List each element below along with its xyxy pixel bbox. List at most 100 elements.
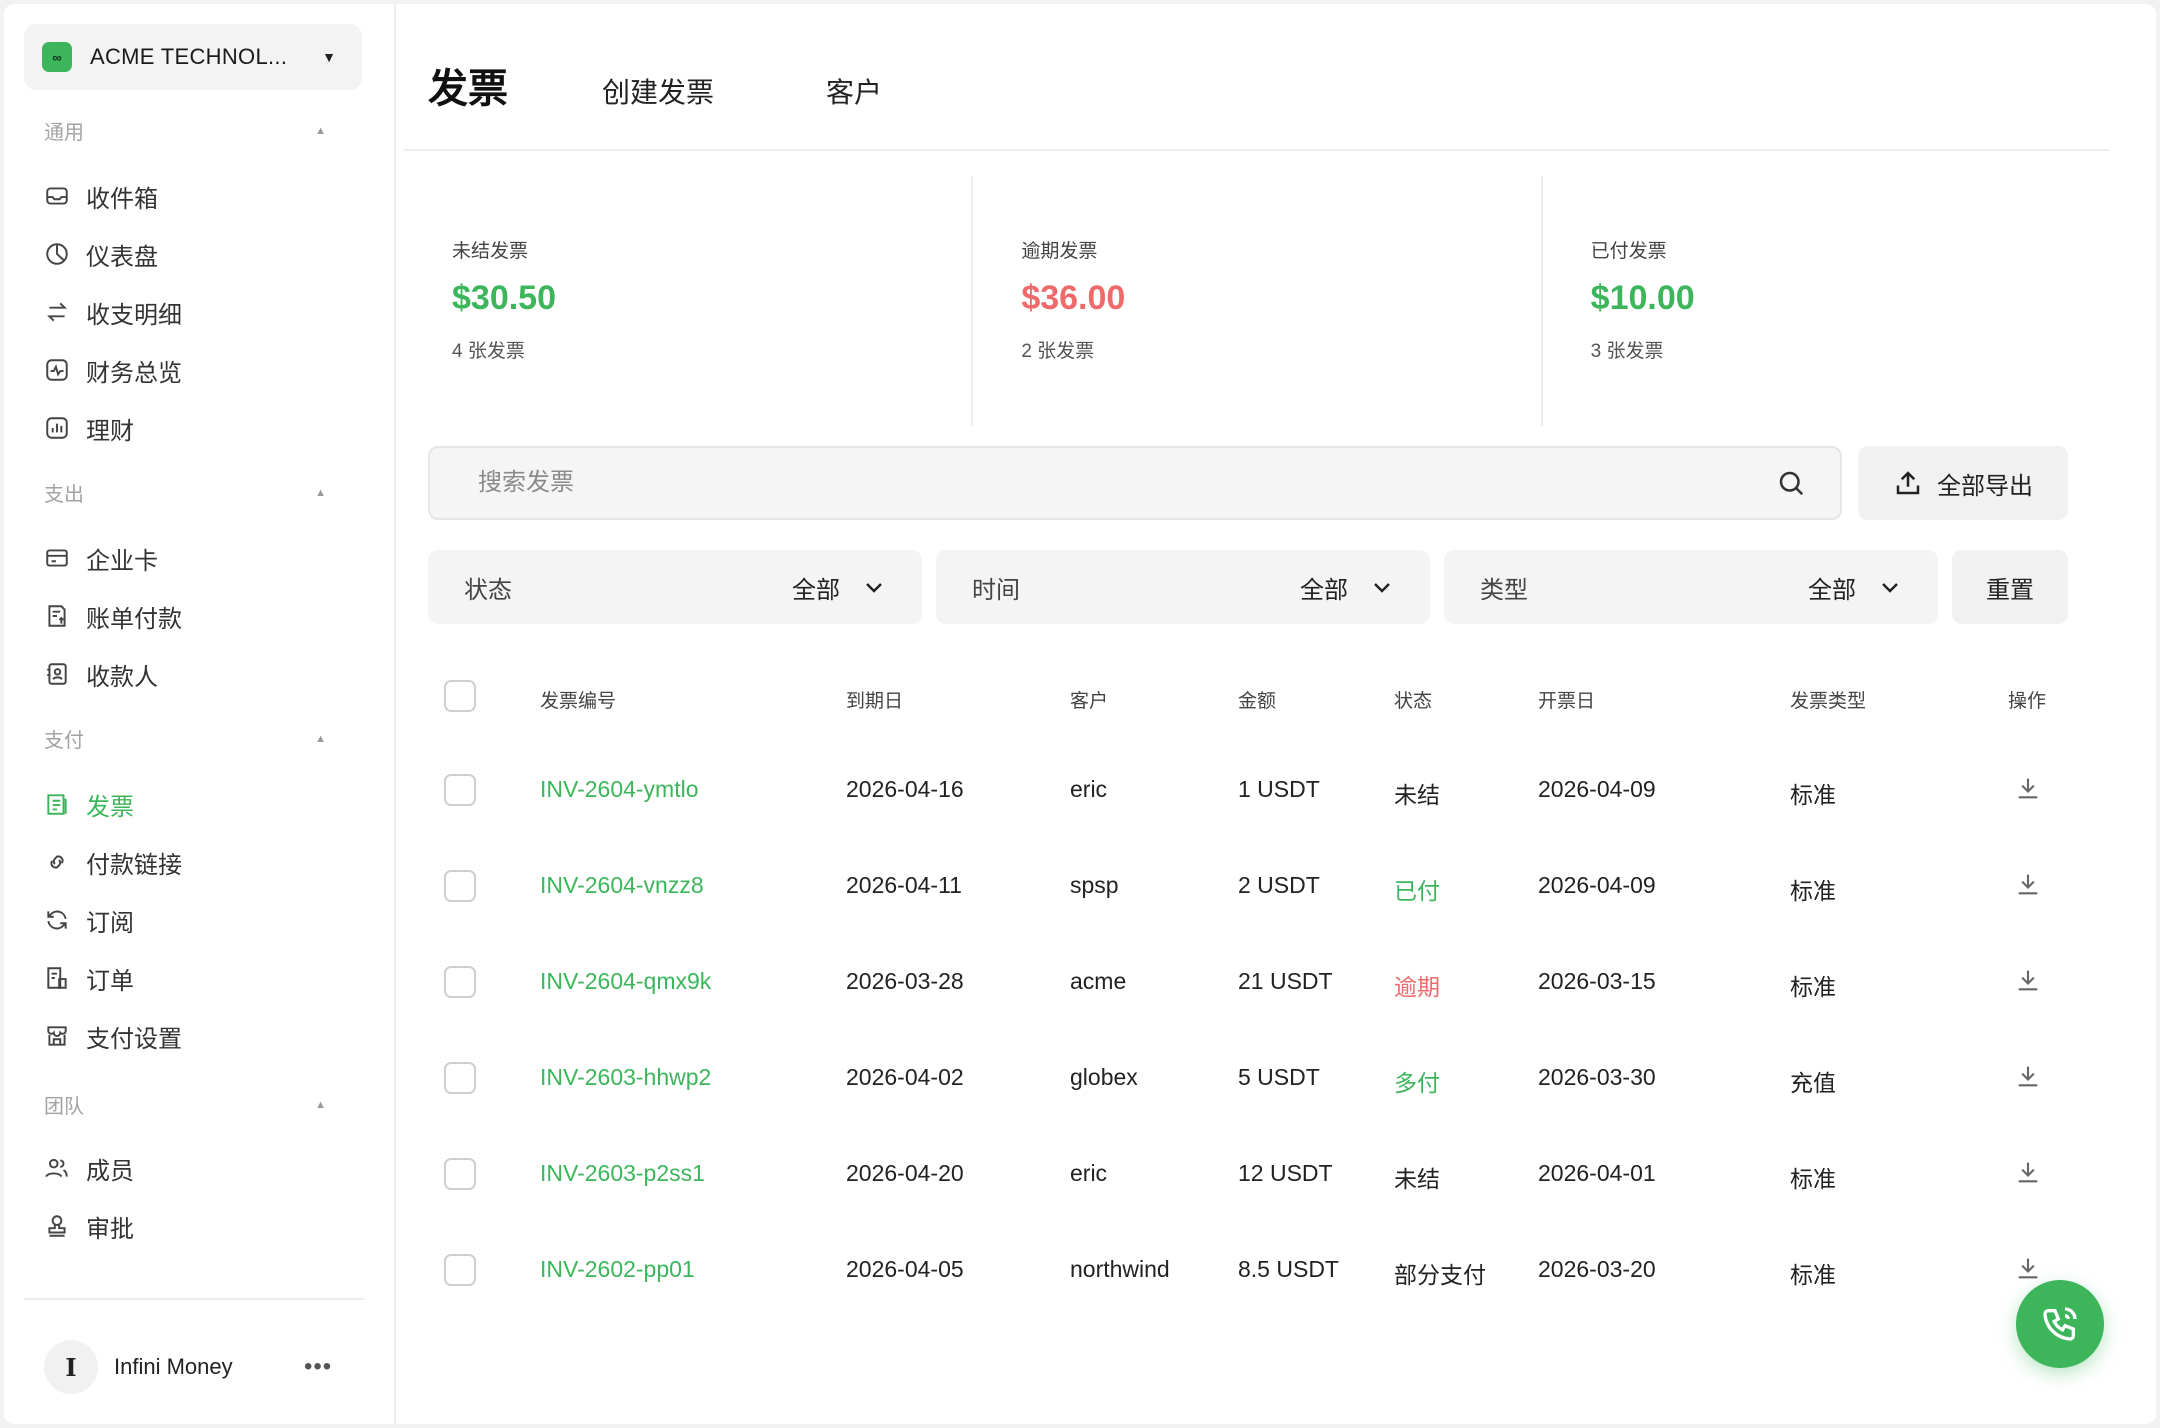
section-pay[interactable]: 支付 ▲ [44, 724, 326, 753]
sidebar-item-label: 收款人 [86, 663, 158, 691]
invoice-id-link[interactable]: INV-2604-ymtlo [540, 776, 699, 803]
column-header-action: 操作 [2008, 691, 2047, 712]
row-checkbox[interactable] [444, 1158, 476, 1190]
search-input[interactable] [478, 469, 1776, 497]
column-header-type[interactable]: 发票类型 [1790, 686, 1866, 713]
sidebar-item-approvals[interactable]: 审批 [44, 1204, 134, 1248]
download-icon[interactable] [2014, 870, 2042, 904]
download-icon[interactable] [2014, 966, 2042, 1000]
stat-count: 2 张发票 [1021, 341, 1095, 362]
reset-button[interactable]: 重置 [1952, 550, 2068, 624]
column-header-due[interactable]: 到期日 [846, 686, 903, 713]
sidebar-item-label: 订阅 [86, 909, 134, 937]
download-icon[interactable] [2014, 1254, 2042, 1288]
collapse-icon: ▲ [315, 1098, 326, 1111]
avatar: I [44, 1340, 98, 1394]
org-switcher[interactable]: ∞ ACME TECHNOL... ▼ [24, 24, 362, 90]
storefront-icon [47, 1026, 67, 1046]
sidebar-item-cards[interactable]: 企业卡 [44, 536, 158, 580]
invoice-amount: 21 USDT [1238, 968, 1333, 994]
section-general[interactable]: 通用 ▲ [44, 116, 326, 145]
sidebar-item-dashboard[interactable]: 仪表盘 [44, 232, 158, 276]
support-call-button[interactable] [2016, 1280, 2104, 1368]
invoice-id-link[interactable]: INV-2604-vnzz8 [540, 872, 704, 899]
page-tabs: 发票 创建发票 客户 [428, 56, 882, 114]
section-team[interactable]: 团队 ▲ [44, 1090, 326, 1119]
credit-card-icon [46, 549, 68, 567]
due-date: 2026-04-05 [846, 1256, 964, 1282]
sidebar-item-invoices[interactable]: 发票 [44, 782, 134, 826]
stat-outstanding: 未结发票 $30.50 4 张发票 [404, 176, 974, 426]
invoice-id-link[interactable]: INV-2603-p2ss1 [540, 1160, 705, 1187]
column-header-status[interactable]: 状态 [1394, 686, 1432, 713]
filter-value: 全部 [792, 576, 840, 604]
row-checkbox[interactable] [444, 1254, 476, 1286]
invoice-id-link[interactable]: INV-2602-pp01 [540, 1256, 695, 1283]
export-all-button[interactable]: 全部导出 [1858, 446, 2068, 520]
tab-customers[interactable]: 客户 [826, 71, 882, 111]
more-icon[interactable]: ••• [304, 1353, 332, 1381]
issue-date: 2026-04-09 [1538, 776, 1656, 802]
chevron-down-icon [1374, 583, 1390, 593]
sidebar-item-members[interactable]: 成员 [44, 1146, 134, 1190]
sidebar-item-label: 付款链接 [86, 851, 182, 879]
sidebar-item-subscriptions[interactable]: 订阅 [44, 898, 134, 942]
customer-name: eric [1070, 776, 1108, 802]
select-all-checkbox[interactable] [444, 680, 476, 712]
row-checkbox[interactable] [444, 966, 476, 998]
row-checkbox[interactable] [444, 774, 476, 806]
chevron-down-icon [1882, 583, 1898, 593]
sidebar-item-transactions[interactable]: 收支明细 [44, 290, 182, 334]
stat-label: 逾期发票 [1021, 241, 1098, 262]
tab-invoices[interactable]: 发票 [428, 56, 508, 114]
sidebar-item-wealth[interactable]: 理财 [44, 406, 134, 450]
status-filter[interactable]: 状态 全部 [428, 550, 922, 624]
user-profile[interactable]: I Infini Money ••• [44, 1340, 332, 1394]
sidebar-item-label: 订单 [86, 967, 134, 995]
sidebar-item-bills[interactable]: 账单付款 [44, 594, 182, 638]
row-checkbox[interactable] [444, 870, 476, 902]
sidebar-item-payees[interactable]: 收款人 [44, 652, 158, 696]
invoice-id-link[interactable]: INV-2603-hhwp2 [540, 1064, 711, 1091]
column-header-customer[interactable]: 客户 [1070, 686, 1108, 713]
download-icon[interactable] [2014, 1062, 2042, 1096]
sidebar-item-inbox[interactable]: 收件箱 [44, 174, 158, 218]
search-icon[interactable] [1776, 468, 1806, 498]
stat-count: 4 张发票 [452, 341, 525, 362]
sidebar-item-paysettings[interactable]: 支付设置 [44, 1014, 182, 1058]
due-date: 2026-04-11 [846, 872, 962, 898]
sidebar-item-paylinks[interactable]: 付款链接 [44, 840, 182, 884]
column-header-id[interactable]: 发票编号 [540, 686, 616, 713]
due-date: 2026-03-28 [846, 968, 964, 994]
invoice-type: 充值 [1790, 1070, 1836, 1096]
column-header-amount[interactable]: 金额 [1238, 686, 1276, 713]
sidebar-item-finance[interactable]: 财务总览 [44, 348, 182, 392]
order-icon [47, 967, 67, 989]
collapse-icon: ▲ [315, 486, 326, 499]
download-icon[interactable] [2014, 1158, 2042, 1192]
row-checkbox[interactable] [444, 1062, 476, 1094]
app-window: ∞ ACME TECHNOL... ▼ 通用 ▲ 收件箱 仪表盘 收支明细 财务总… [4, 4, 2156, 1424]
invoice-type: 标准 [1790, 782, 1836, 808]
time-filter[interactable]: 时间 全部 [936, 550, 1430, 624]
sidebar-item-label: 收件箱 [86, 185, 158, 213]
download-icon[interactable] [2014, 774, 2042, 808]
column-header-issued[interactable]: 开票日 [1538, 686, 1595, 713]
due-date: 2026-04-16 [846, 776, 964, 802]
issue-date: 2026-03-15 [1538, 968, 1656, 994]
phone-icon [2043, 1307, 2077, 1341]
section-spend[interactable]: 支出 ▲ [44, 478, 326, 507]
stat-value: $10.00 [1590, 279, 1695, 317]
tab-create-invoice[interactable]: 创建发票 [602, 71, 714, 111]
invoice-id-link[interactable]: INV-2604-qmx9k [540, 968, 711, 995]
sidebar-item-orders[interactable]: 订单 [44, 956, 134, 1000]
sidebar-item-label: 仪表盘 [86, 243, 158, 271]
customer-name: northwind [1070, 1256, 1170, 1282]
stat-value: $36.00 [1021, 279, 1126, 317]
invoice-type: 标准 [1790, 1262, 1836, 1288]
filter-value: 全部 [1808, 576, 1856, 604]
type-filter[interactable]: 类型 全部 [1444, 550, 1938, 624]
users-icon [45, 1158, 68, 1178]
stat-value: $30.50 [452, 279, 556, 317]
inbox-icon [46, 187, 68, 205]
